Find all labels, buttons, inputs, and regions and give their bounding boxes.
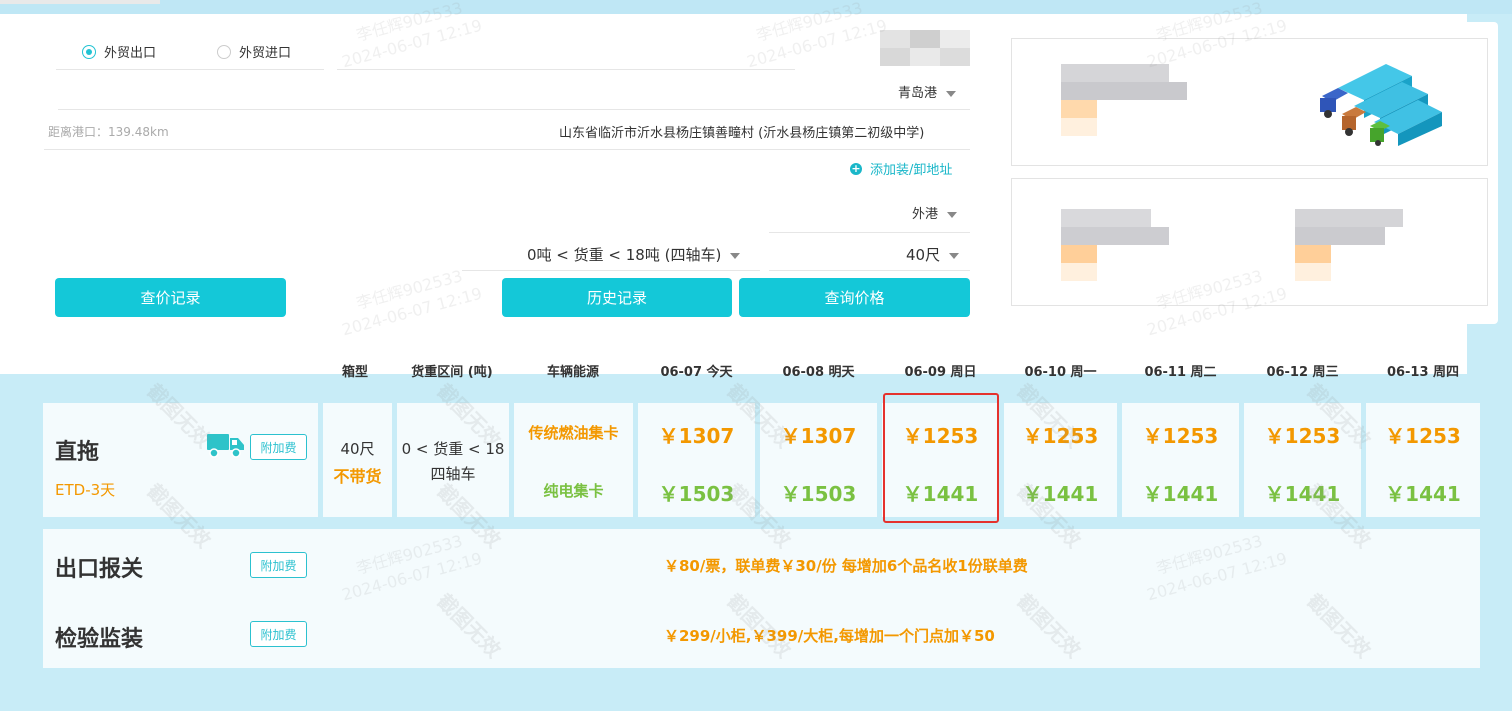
fuel-price[interactable]: ￥1253 — [1004, 420, 1117, 449]
box-size: 40尺 — [340, 440, 375, 458]
price-history-button[interactable]: 查价记录 — [55, 278, 286, 317]
energy-fuel: 传统燃油集卡 — [528, 424, 619, 442]
etd-text: ETD-3天 — [55, 481, 116, 499]
service-name: 直拖 — [55, 440, 100, 465]
selected-column-highlight — [883, 393, 999, 523]
header-date: 06-12 周三 — [1266, 365, 1339, 380]
port-type-value: 外港 — [912, 207, 939, 222]
radio-label: 外贸进口 — [239, 46, 292, 61]
distance-text: 距离港口：139.48km — [48, 125, 169, 139]
truck-icon — [207, 434, 244, 458]
address-text[interactable]: 山东省临沂市沂水县杨庄镇善疃村 (沂水县杨庄镇第二初级中学) — [559, 122, 924, 141]
port-value: 青岛港 — [898, 86, 938, 101]
history-button[interactable]: 历史记录 — [502, 278, 732, 317]
electric-price[interactable]: ￥1503 — [638, 478, 755, 507]
electric-price[interactable]: ￥1441 — [1004, 478, 1117, 507]
container-value: 40尺 — [906, 246, 941, 264]
add-address-link[interactable]: + 添加装/卸地址 — [850, 159, 952, 178]
blurred-logo — [880, 30, 970, 66]
weight-cell — [397, 403, 509, 517]
container-select[interactable]: 40尺 — [906, 244, 960, 265]
tab-hint — [0, 0, 160, 4]
customs-fee-text: ￥80/票，联单费￥30/份 每增加6个品名收1份联单费 — [664, 557, 1028, 575]
port-type-select[interactable]: 外港 — [912, 203, 958, 222]
electric-price[interactable]: ￥1503 — [760, 478, 877, 507]
blurred-promo-text — [1043, 64, 1189, 136]
extra-fee-button[interactable]: 附加费 — [250, 621, 307, 647]
chevron-down-icon — [949, 252, 960, 259]
weight-value: 0吨 < 货重 < 18吨 (四轴车) — [527, 246, 722, 264]
fuel-price[interactable]: ￥1307 — [638, 420, 755, 449]
trucks-illustration-icon — [1320, 64, 1442, 146]
divider — [769, 270, 970, 271]
weight-line1: 0 < 货重 < 18 — [401, 440, 505, 458]
divider — [337, 69, 795, 70]
weight-select[interactable]: 0吨 < 货重 < 18吨 (四轴车) — [527, 244, 741, 265]
inspection-label: 检验监装 — [55, 627, 144, 652]
radio-import[interactable]: 外贸进口 — [217, 42, 291, 61]
header-date: 06-08 明天 — [782, 365, 855, 380]
energy-electric: 纯电集卡 — [543, 482, 604, 500]
divider — [769, 232, 970, 233]
header-box-type: 箱型 — [341, 365, 368, 380]
fuel-price[interactable]: ￥1253 — [1366, 420, 1480, 449]
radio-label: 外贸出口 — [104, 46, 157, 61]
electric-price[interactable]: ￥1441 — [1244, 478, 1361, 507]
chevron-down-icon — [947, 211, 958, 218]
blurred-promo-text — [1277, 209, 1403, 281]
no-cargo: 不带货 — [333, 467, 382, 486]
extra-fee-button[interactable]: 附加费 — [250, 434, 307, 460]
add-address-label: 添加装/卸地址 — [870, 163, 953, 178]
radio-export[interactable]: 外贸出口 — [82, 42, 156, 61]
divider — [44, 149, 970, 150]
port-select[interactable]: 青岛港 — [898, 82, 957, 101]
customs-label: 出口报关 — [55, 557, 144, 582]
weight-line2: 四轴车 — [430, 465, 476, 483]
header-date: 06-10 周一 — [1024, 365, 1097, 380]
header-energy: 车辆能源 — [546, 365, 599, 380]
divider — [56, 69, 324, 70]
header-weight: 货重区间 (吨) — [411, 365, 493, 380]
blurred-promo-text — [1043, 209, 1169, 281]
electric-price[interactable]: ￥1441 — [1122, 478, 1239, 507]
radio-dot-icon — [217, 44, 231, 59]
extra-fee-button[interactable]: 附加费 — [250, 552, 307, 578]
header-date: 06-11 周二 — [1144, 365, 1217, 380]
chevron-down-icon — [946, 90, 957, 97]
divider — [462, 270, 760, 271]
box-type-cell — [323, 403, 392, 517]
divider — [58, 109, 970, 110]
service-fees-block — [43, 529, 1480, 668]
fuel-price[interactable]: ￥1253 — [1122, 420, 1239, 449]
plus-circle-icon: + — [850, 161, 862, 175]
fuel-price[interactable]: ￥1253 — [1244, 420, 1361, 449]
top-strip — [0, 0, 1512, 14]
electric-price[interactable]: ￥1441 — [1366, 478, 1480, 507]
inspection-fee-text: ￥299/小柜,￥399/大柜,每增加一个门点加￥50 — [664, 627, 995, 645]
radio-dot-icon — [82, 44, 96, 59]
fuel-price[interactable]: ￥1307 — [760, 420, 877, 449]
query-price-button[interactable]: 查询价格 — [739, 278, 970, 317]
header-date: 06-13 周四 — [1386, 365, 1460, 380]
header-date: 06-09 周日 — [904, 365, 977, 380]
chevron-down-icon — [730, 252, 741, 259]
header-date: 06-07 今天 — [660, 365, 733, 380]
